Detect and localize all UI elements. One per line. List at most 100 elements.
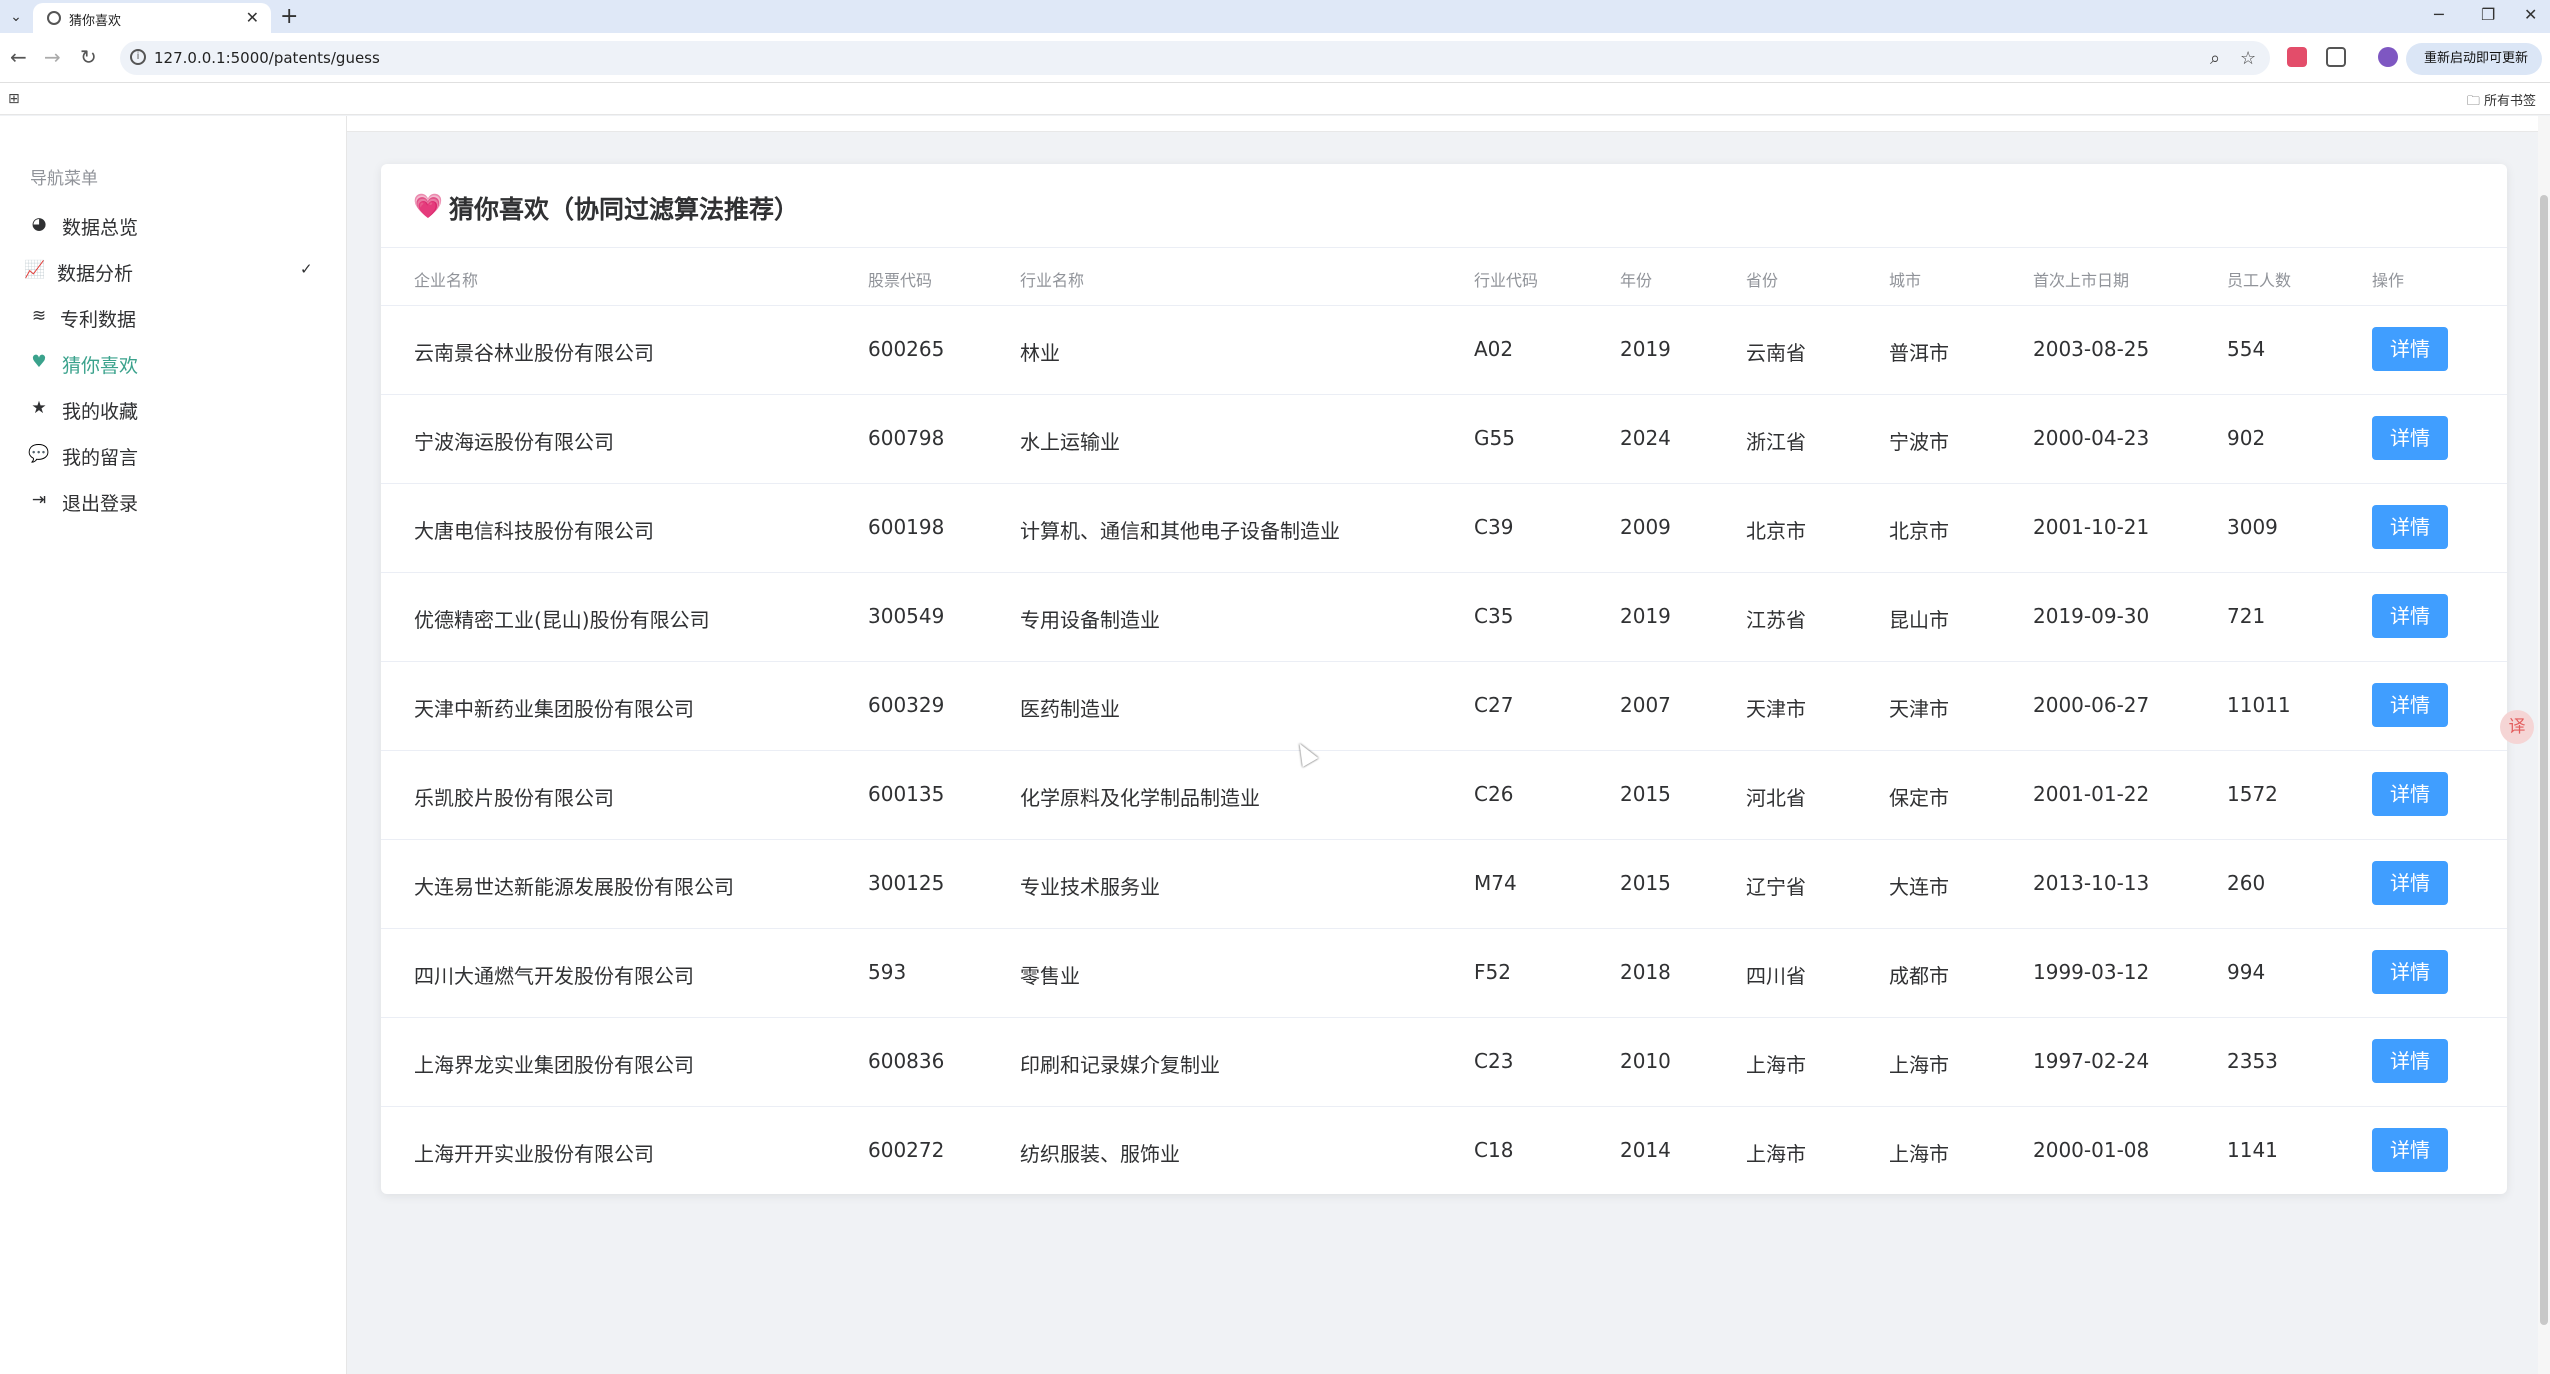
listing-date-cell: 2001-10-21 xyxy=(2033,515,2150,539)
city-cell: 成都市 xyxy=(1889,964,1949,988)
detail-button[interactable]: 详情 xyxy=(2372,772,2448,816)
year-cell: 2015 xyxy=(1620,871,1671,895)
sidebar-item-guess[interactable]: ♥ 猜你喜欢 xyxy=(0,340,347,386)
tab-search-chevron-icon[interactable]: ⌄ xyxy=(6,7,26,27)
company-name-cell: 宁波海运股份有限公司 xyxy=(414,430,614,454)
company-name-cell: 上海界龙实业集团股份有限公司 xyxy=(414,1053,694,1077)
heart-icon: ♥ xyxy=(31,352,47,372)
year-cell: 2019 xyxy=(1620,337,1671,361)
industry-name-cell: 化学原料及化学制品制造业 xyxy=(1020,786,1260,810)
company-name-cell: 四川大通燃气开发股份有限公司 xyxy=(414,964,694,988)
forward-icon[interactable]: → xyxy=(44,45,61,69)
table-row: 大唐电信科技股份有限公司 600198 计算机、通信和其他电子设备制造业 C39… xyxy=(381,484,2507,573)
city-cell: 保定市 xyxy=(1889,786,1949,810)
puzzle-icon[interactable] xyxy=(2326,47,2346,67)
page-title: 猜你喜欢（协同过滤算法推荐） xyxy=(449,195,800,224)
year-cell: 2007 xyxy=(1620,693,1671,717)
listing-date-cell: 1997-02-24 xyxy=(2033,1049,2150,1073)
table-header: 企业名称 股票代码 行业名称 行业代码 年份 省份 城市 首次上市日期 员工人数… xyxy=(381,248,2507,306)
translate-float-icon[interactable]: 译 xyxy=(2500,710,2534,744)
column-header: 行业代码 xyxy=(1474,271,1539,290)
detail-button[interactable]: 详情 xyxy=(2372,861,2448,905)
table-row: 四川大通燃气开发股份有限公司 593 零售业 F52 2018 四川省 成都市 … xyxy=(381,929,2507,1018)
tab-close-icon[interactable]: ✕ xyxy=(246,8,259,27)
detail-button[interactable]: 详情 xyxy=(2372,594,2448,638)
restore-icon[interactable]: ❐ xyxy=(2481,5,2495,24)
back-icon[interactable]: ← xyxy=(10,45,27,69)
extension-icon[interactable] xyxy=(2287,47,2307,67)
province-cell: 辽宁省 xyxy=(1746,875,1806,899)
employees-cell: 994 xyxy=(2227,960,2266,984)
all-bookmarks-label: 所有书签 xyxy=(2483,94,2536,109)
column-header: 企业名称 xyxy=(414,271,479,290)
pie-chart-icon: ◕ xyxy=(31,214,47,234)
sidebar-item-messages[interactable]: 💬 我的留言 xyxy=(0,432,347,478)
minimize-icon[interactable]: ─ xyxy=(2434,5,2444,24)
listing-date-cell: 2000-04-23 xyxy=(2033,426,2150,450)
city-cell: 天津市 xyxy=(1889,697,1949,721)
card-header: 💗 猜你喜欢（协同过滤算法推荐） xyxy=(381,164,2507,248)
all-bookmarks[interactable]: 🗀 所有书签 xyxy=(2467,90,2536,114)
stock-code-cell: 600836 xyxy=(868,1049,945,1073)
recommendation-card: 💗 猜你喜欢（协同过滤算法推荐） 企业名称 股票代码 行业名称 行业代码 年份 … xyxy=(381,164,2507,1194)
zoom-icon[interactable]: ⌕ xyxy=(2210,48,2220,69)
industry-name-cell: 专业技术服务业 xyxy=(1020,875,1160,899)
scrollbar-thumb[interactable] xyxy=(2540,195,2548,1325)
detail-button[interactable]: 详情 xyxy=(2372,950,2448,994)
sidebar-item-label: 我的留言 xyxy=(62,447,139,469)
province-cell: 北京市 xyxy=(1746,519,1806,543)
detail-button[interactable]: 详情 xyxy=(2372,1039,2448,1083)
logout-icon: ⇥ xyxy=(31,490,47,510)
industry-code-cell: M74 xyxy=(1474,871,1517,895)
employees-cell: 3009 xyxy=(2227,515,2278,539)
browser-tab[interactable]: 猜你喜欢 ✕ xyxy=(33,3,271,33)
employees-cell: 11011 xyxy=(2227,693,2291,717)
industry-code-cell: C27 xyxy=(1474,693,1514,717)
database-icon: ≋ xyxy=(31,306,47,326)
detail-button[interactable]: 详情 xyxy=(2372,1128,2448,1172)
employees-cell: 1141 xyxy=(2227,1138,2278,1162)
site-info-icon[interactable]: i xyxy=(130,49,146,65)
stock-code-cell: 600329 xyxy=(868,693,945,717)
detail-button[interactable]: 详情 xyxy=(2372,505,2448,549)
column-header: 城市 xyxy=(1889,271,1922,290)
sidebar-item-analysis[interactable]: 📈 数据分析 ✓ xyxy=(0,248,347,294)
url-field[interactable]: i 127.0.0.1:5000/patents/guess ⌕ ☆ xyxy=(120,41,2270,75)
sidebar-item-overview[interactable]: ◕ 数据总览 xyxy=(0,202,347,248)
detail-button[interactable]: 详情 xyxy=(2372,683,2448,727)
sidebar-item-logout[interactable]: ⇥ 退出登录 xyxy=(0,478,347,524)
stock-code-cell: 600265 xyxy=(868,337,945,361)
stock-code-cell: 593 xyxy=(868,960,907,984)
apps-grid-icon[interactable]: ⊞ xyxy=(8,91,20,107)
city-cell: 北京市 xyxy=(1889,519,1949,543)
industry-code-cell: C26 xyxy=(1474,782,1514,806)
table-row: 上海界龙实业集团股份有限公司 600836 印刷和记录媒介复制业 C23 201… xyxy=(381,1018,2507,1107)
year-cell: 2009 xyxy=(1620,515,1671,539)
listing-date-cell: 2000-01-08 xyxy=(2033,1138,2150,1162)
sidebar-item-patents[interactable]: ≋ 专利数据 xyxy=(0,294,347,340)
bookmark-star-icon[interactable]: ☆ xyxy=(2240,48,2256,69)
column-header: 首次上市日期 xyxy=(2033,271,2130,290)
new-tab-button[interactable]: + xyxy=(280,4,298,29)
close-window-icon[interactable]: ✕ xyxy=(2524,5,2537,24)
heart-icon: 💗 xyxy=(413,192,443,220)
page: 导航菜单 ◕ 数据总览 📈 数据分析 ✓ ≋ 专利数据 ♥ 猜你喜欢 ★ 我的收… xyxy=(0,116,2550,1374)
update-button[interactable]: 重新启动即可更新 ⋮ xyxy=(2406,43,2542,98)
profile-avatar[interactable] xyxy=(2378,47,2398,67)
detail-button[interactable]: 详情 xyxy=(2372,416,2448,460)
employees-cell: 902 xyxy=(2227,426,2266,450)
province-cell: 河北省 xyxy=(1746,786,1806,810)
city-cell: 上海市 xyxy=(1889,1053,1949,1077)
tab-title: 猜你喜欢 xyxy=(69,14,122,29)
sidebar-item-favorites[interactable]: ★ 我的收藏 xyxy=(0,386,347,432)
column-header: 省份 xyxy=(1746,271,1779,290)
column-header: 股票代码 xyxy=(868,271,933,290)
reload-icon[interactable]: ↻ xyxy=(80,45,97,69)
table-row: 大连易世达新能源发展股份有限公司 300125 专业技术服务业 M74 2015… xyxy=(381,840,2507,929)
year-cell: 2024 xyxy=(1620,426,1671,450)
stock-code-cell: 300549 xyxy=(868,604,945,628)
company-name-cell: 上海开开实业股份有限公司 xyxy=(414,1142,654,1166)
detail-button[interactable]: 详情 xyxy=(2372,327,2448,371)
chevron-down-icon: ✓ xyxy=(300,260,313,278)
industry-name-cell: 林业 xyxy=(1020,341,1060,365)
